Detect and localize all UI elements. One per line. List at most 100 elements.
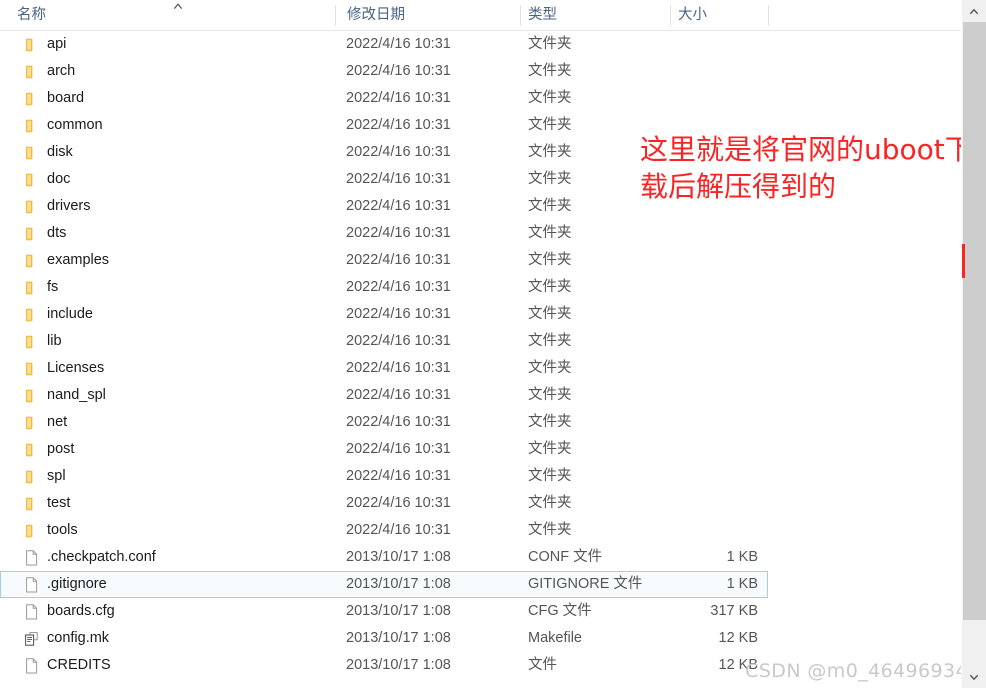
file-date-modified: 2013/10/17 1:08	[346, 549, 451, 565]
file-row[interactable]: config.mk 2013/10/17 1:08 Makefile 12 KB	[0, 625, 961, 652]
file-row[interactable]: lib 2022/4/16 10:31 文件夹	[0, 328, 961, 355]
file-row[interactable]: api 2022/4/16 10:31 文件夹	[0, 31, 961, 58]
file-size	[641, 59, 758, 84]
file-row[interactable]: .gitignore 2013/10/17 1:08 GITIGNORE 文件 1 K…	[0, 571, 768, 598]
file-name: .gitignore	[47, 576, 107, 592]
file-size	[641, 140, 758, 165]
file-size	[641, 275, 758, 300]
scrollbar-thumb[interactable]	[963, 22, 986, 620]
folder-icon	[23, 468, 41, 486]
column-header-type[interactable]: 类型	[528, 0, 663, 30]
file-date-modified: 2022/4/16 10:31	[346, 441, 451, 457]
file-size	[641, 32, 758, 57]
file-size	[641, 248, 758, 273]
file-size	[641, 464, 758, 489]
file-size	[641, 221, 758, 246]
folder-icon	[23, 414, 41, 432]
column-divider-1[interactable]	[335, 5, 336, 26]
scrollbar-red-marker	[962, 244, 965, 278]
folder-icon	[23, 144, 41, 162]
file-name: boards.cfg	[47, 603, 115, 619]
file-row[interactable]: test 2022/4/16 10:31 文件夹	[0, 490, 961, 517]
file-size	[641, 383, 758, 408]
scrollbar-track-lower[interactable]	[963, 620, 986, 666]
file-size	[641, 356, 758, 381]
file-row[interactable]: drivers 2022/4/16 10:31 文件夹	[0, 193, 961, 220]
file-row[interactable]: spl 2022/4/16 10:31 文件夹	[0, 463, 961, 490]
column-divider-2[interactable]	[520, 5, 521, 26]
file-row[interactable]: nand_spl 2022/4/16 10:31 文件夹	[0, 382, 961, 409]
folder-icon	[23, 252, 41, 270]
file-name: .checkpatch.conf	[47, 549, 156, 565]
file-date-modified: 2013/10/17 1:08	[346, 603, 451, 619]
file-size	[641, 113, 758, 138]
file-date-modified: 2022/4/16 10:31	[346, 90, 451, 106]
scroll-down-arrow-icon[interactable]	[962, 666, 986, 688]
file-row[interactable]: .checkpatch.conf 2013/10/17 1:08 CONF 文件 1 …	[0, 544, 961, 571]
file-name: fs	[47, 279, 59, 295]
file-row[interactable]: post 2022/4/16 10:31 文件夹	[0, 436, 961, 463]
file-row[interactable]: dts 2022/4/16 10:31 文件夹	[0, 220, 961, 247]
file-name: board	[47, 90, 85, 106]
file-size	[641, 518, 758, 543]
file-size	[641, 437, 758, 462]
folder-icon	[23, 360, 41, 378]
folder-icon	[23, 387, 41, 405]
file-icon	[23, 549, 41, 567]
file-row[interactable]: disk 2022/4/16 10:31 文件夹	[0, 139, 961, 166]
vertical-scrollbar[interactable]	[961, 0, 986, 688]
folder-icon	[23, 495, 41, 513]
file-row[interactable]: doc 2022/4/16 10:31 文件夹	[0, 166, 961, 193]
column-header-date-modified[interactable]: 修改日期	[347, 0, 512, 30]
file-date-modified: 2022/4/16 10:31	[346, 279, 451, 295]
file-row[interactable]: examples 2022/4/16 10:31 文件夹	[0, 247, 961, 274]
file-date-modified: 2022/4/16 10:31	[346, 144, 451, 160]
file-date-modified: 2022/4/16 10:31	[346, 387, 451, 403]
file-date-modified: 2022/4/16 10:31	[346, 225, 451, 241]
file-icon	[23, 603, 41, 621]
folder-icon	[23, 522, 41, 540]
file-date-modified: 2022/4/16 10:31	[346, 495, 451, 511]
file-size: 1 KB	[726, 549, 758, 565]
file-row[interactable]: board 2022/4/16 10:31 文件夹	[0, 85, 961, 112]
file-name: test	[47, 495, 71, 511]
file-name: CREDITS	[47, 657, 111, 673]
file-size: 317 KB	[710, 603, 758, 619]
file-row[interactable]: Licenses 2022/4/16 10:31 文件夹	[0, 355, 961, 382]
file-date-modified: 2013/10/17 1:08	[346, 657, 451, 673]
file-name: net	[47, 414, 68, 430]
file-row[interactable]: net 2022/4/16 10:31 文件夹	[0, 409, 961, 436]
column-header-name[interactable]: 名称	[17, 0, 327, 30]
file-row[interactable]: boards.cfg 2013/10/17 1:08 CFG 文件 317 KB	[0, 598, 961, 625]
file-date-modified: 2022/4/16 10:31	[346, 522, 451, 538]
file-date-modified: 2022/4/16 10:31	[346, 63, 451, 79]
file-row[interactable]: tools 2022/4/16 10:31 文件夹	[0, 517, 961, 544]
folder-icon	[23, 198, 41, 216]
file-row[interactable]: common 2022/4/16 10:31 文件夹	[0, 112, 961, 139]
folder-icon	[23, 333, 41, 351]
file-date-modified: 2022/4/16 10:31	[346, 333, 451, 349]
file-row[interactable]: include 2022/4/16 10:31 文件夹	[0, 301, 961, 328]
file-name: common	[47, 117, 103, 133]
column-divider-4[interactable]	[768, 5, 769, 26]
file-list[interactable]: api 2022/4/16 10:31 文件夹 arch 2022/4/16 10:31…	[0, 31, 961, 688]
file-size	[641, 167, 758, 192]
file-date-modified: 2022/4/16 10:31	[346, 414, 451, 430]
column-header-size[interactable]: 大小	[678, 0, 763, 30]
folder-icon	[23, 117, 41, 135]
file-size	[641, 86, 758, 111]
column-divider-3[interactable]	[670, 5, 671, 26]
file-size: 12 KB	[718, 657, 759, 673]
file-name: examples	[47, 252, 110, 268]
file-size: 12 KB	[718, 630, 759, 646]
file-size: 1 KB	[726, 576, 758, 592]
scroll-up-arrow-icon[interactable]	[962, 0, 986, 22]
file-size	[641, 329, 758, 354]
file-row[interactable]: CREDITS 2013/10/17 1:08 文件 12 KB	[0, 652, 961, 679]
file-name: lib	[47, 333, 62, 349]
file-name: post	[47, 441, 75, 457]
file-row[interactable]: arch 2022/4/16 10:31 文件夹	[0, 58, 961, 85]
file-name: drivers	[47, 198, 91, 214]
file-row[interactable]: fs 2022/4/16 10:31 文件夹	[0, 274, 961, 301]
file-name: disk	[47, 144, 73, 160]
